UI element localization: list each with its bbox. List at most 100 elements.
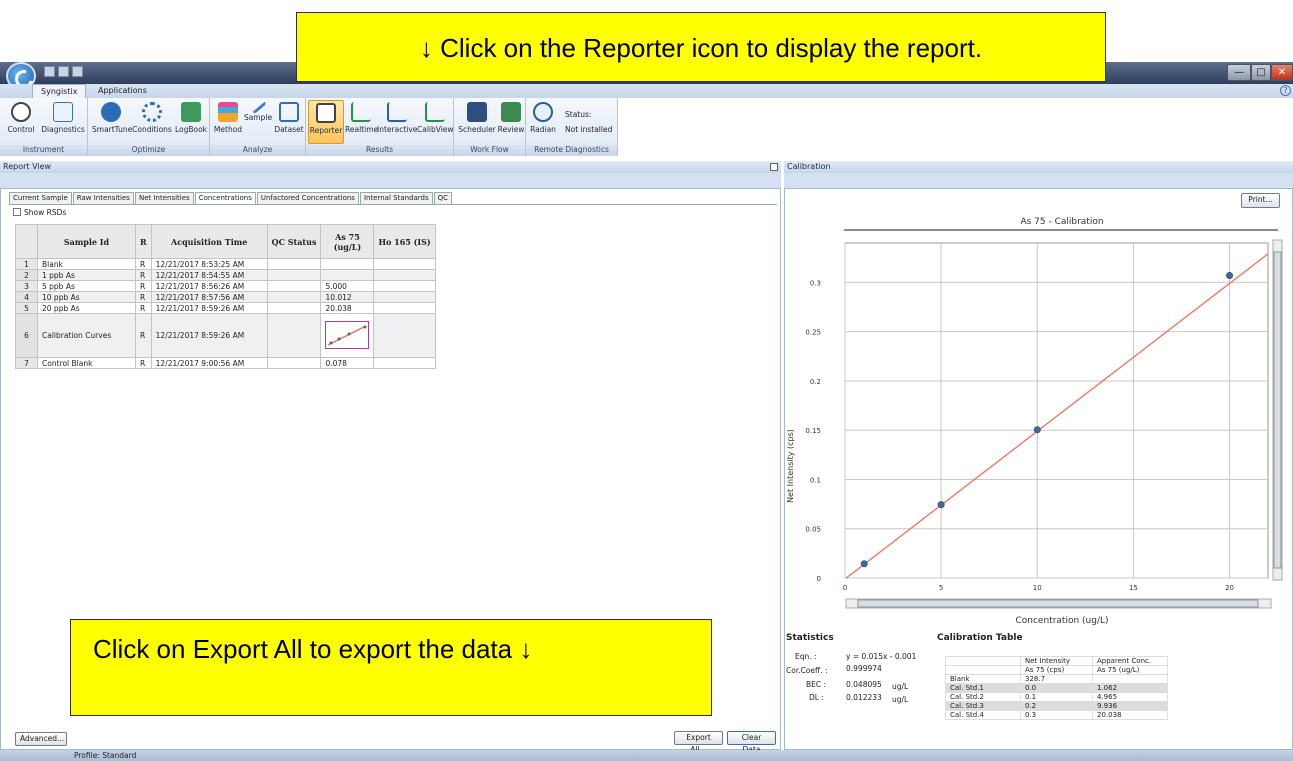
cell-r: R: [135, 291, 152, 303]
minimize-button[interactable]: —: [1227, 64, 1251, 81]
diagnostics-button[interactable]: Diagnostics: [41, 100, 85, 144]
cell-as75-thumbnail[interactable]: [320, 313, 375, 358]
review-button[interactable]: Review: [497, 100, 525, 144]
horizontal-scrollbar-thumb[interactable]: [857, 599, 1259, 608]
tab-raw-intensities[interactable]: Raw Intensities: [72, 192, 134, 204]
checkbox-box[interactable]: [13, 208, 21, 216]
vertical-scrollbar-thumb[interactable]: [1273, 251, 1282, 569]
plot-frame: [844, 242, 1269, 579]
cell-as75: [320, 258, 375, 270]
scheduler-button[interactable]: Scheduler: [457, 100, 497, 144]
table-row[interactable]: 21 ppb As R 12/21/2017 8:54:55 AM: [15, 269, 436, 281]
stat-eqn-label: Eqn. :: [795, 652, 817, 661]
col-header-sample-id[interactable]: Sample Id: [37, 224, 136, 259]
export-all-button[interactable]: Export All...: [674, 731, 723, 754]
stat-corcoeff-value: 0.999974: [846, 664, 882, 673]
sample-button[interactable]: Sample: [243, 97, 273, 144]
radian-icon: [533, 102, 553, 122]
table-row[interactable]: 6 Calibration Curves R 12/21/2017 8:59:26 A…: [15, 313, 436, 358]
cell-as75: 0.078: [320, 357, 375, 369]
stat-bec-value: 0.048095: [846, 680, 882, 689]
cal-header-cell: [945, 665, 1021, 675]
calendar-icon: [467, 102, 487, 122]
cell-r: R: [135, 280, 152, 292]
tab-unfactored-concentrations[interactable]: Unfactored Concentrations: [256, 192, 359, 204]
col-header-r[interactable]: R: [135, 224, 152, 259]
cell-time: 12/21/2017 9:00:56 AM: [150, 357, 268, 369]
table-row[interactable]: 35 ppb As R 12/21/2017 8:56:26 AM 5.000: [15, 280, 436, 292]
data-point: [937, 501, 945, 509]
callout-bottom: Click on Export All to export the data ↓: [70, 619, 712, 716]
cal-cell: 0.3: [1020, 710, 1093, 720]
table-row[interactable]: 7 Control Blank R 12/21/2017 9:00:56 AM 0.07…: [15, 357, 436, 369]
save-icon[interactable]: [72, 66, 83, 77]
table-row[interactable]: 4 10 ppb As R 12/21/2017 8:57:56 AM 10.012: [15, 291, 436, 303]
calibration-chart[interactable]: As 75 - Calibration 0 5 10 15 20 0 0.05 0.1 0.15…: [784, 208, 1293, 628]
reporter-button[interactable]: Reporter: [308, 100, 344, 144]
conditions-button[interactable]: Conditions: [131, 100, 173, 144]
cell-time: 12/21/2017 8:56:26 AM: [150, 280, 268, 292]
calibview-button[interactable]: CalibView: [417, 100, 454, 144]
gears-icon: [142, 102, 162, 122]
group-label: Results: [306, 145, 453, 156]
smarttune-icon: [101, 102, 121, 122]
logbook-button[interactable]: LogBook: [174, 100, 208, 144]
panel-pin-icon[interactable]: [770, 163, 778, 171]
cal-cell: 0.1: [1020, 692, 1093, 702]
tab-current-sample[interactable]: Current Sample: [9, 192, 72, 204]
cal-header-row: As 75 (cps) As 75 (ug/L): [945, 665, 1168, 675]
advanced-button[interactable]: Advanced...: [15, 732, 67, 746]
maximize-button[interactable]: □: [1251, 64, 1271, 81]
help-icon[interactable]: ?: [1280, 85, 1291, 96]
radian-button[interactable]: Radian: [529, 100, 557, 144]
col-header-acquisition-time[interactable]: Acquisition Time: [150, 224, 268, 259]
row-index: 5: [15, 302, 38, 314]
open-file-icon[interactable]: [58, 66, 69, 77]
y-tick-label: 0: [817, 575, 821, 583]
status-label: Status:: [565, 110, 592, 119]
close-button[interactable]: ✕: [1271, 64, 1293, 81]
new-file-icon[interactable]: [44, 66, 55, 77]
method-label: Method: [213, 125, 243, 134]
stat-dl-unit: ug/L: [892, 695, 909, 704]
realtime-button[interactable]: Realtime: [345, 100, 378, 144]
cal-cell: 4.965: [1092, 692, 1168, 702]
col-header-as75[interactable]: As 75 (ug/L): [320, 224, 375, 259]
interactive-button[interactable]: Interactive: [377, 100, 417, 144]
row-index: 7: [15, 357, 38, 369]
col-header-index[interactable]: [15, 224, 38, 259]
x-tick-label: 20: [1225, 584, 1234, 592]
report-view-header: Report View: [0, 161, 781, 173]
table-row[interactable]: 1 Blank R 12/21/2017 8:53:25 AM: [15, 258, 436, 270]
clear-data-button[interactable]: Clear Data: [727, 731, 776, 754]
table-row[interactable]: 5 20 ppb As R 12/21/2017 8:59:26 AM 20.038: [15, 302, 436, 314]
dataset-button[interactable]: Dataset: [273, 100, 305, 144]
row-index: 2: [15, 269, 38, 281]
tab-net-intensities[interactable]: Net Intensities: [134, 192, 194, 204]
print-button[interactable]: Print...: [1241, 193, 1280, 208]
show-rsds-checkbox[interactable]: Show RSDs: [13, 208, 66, 217]
tab-qc[interactable]: QC: [433, 192, 453, 204]
review-label: Review: [497, 125, 525, 134]
cal-row: Cal. Std.3 0.2 9.936: [945, 701, 1168, 711]
stat-corcoeff-label: Cor.Coeff. :: [786, 666, 828, 675]
app-window: { "callouts": { "top": "↓ Click on the R…: [0, 0, 1293, 761]
cell-time: 12/21/2017 8:57:56 AM: [150, 291, 268, 303]
y-tick-label: 0.3: [810, 279, 821, 287]
ribbon-tab-syngistix[interactable]: Syngistix: [32, 84, 87, 98]
tab-internal-standards[interactable]: Internal Standards: [359, 192, 433, 204]
method-button[interactable]: Method: [213, 100, 243, 144]
y-tick-label: 0.2: [810, 378, 821, 386]
smarttune-button[interactable]: SmartTune: [92, 100, 132, 144]
cell-time: 12/21/2017 8:53:25 AM: [150, 258, 268, 270]
pipette-icon: [249, 97, 267, 115]
group-label: Remote Diagnostics: [526, 145, 617, 156]
col-header-ho165[interactable]: Ho 165 (IS): [373, 224, 436, 259]
cell-qc: [266, 269, 322, 281]
ribbon-tab-applications[interactable]: Applications: [90, 84, 155, 98]
dataset-label: Dataset: [274, 125, 304, 134]
statistics-title: Statistics: [786, 633, 834, 643]
interactive-icon: [387, 102, 407, 122]
col-header-qc-status[interactable]: QC Status: [266, 224, 322, 259]
control-button[interactable]: Control: [2, 100, 40, 144]
